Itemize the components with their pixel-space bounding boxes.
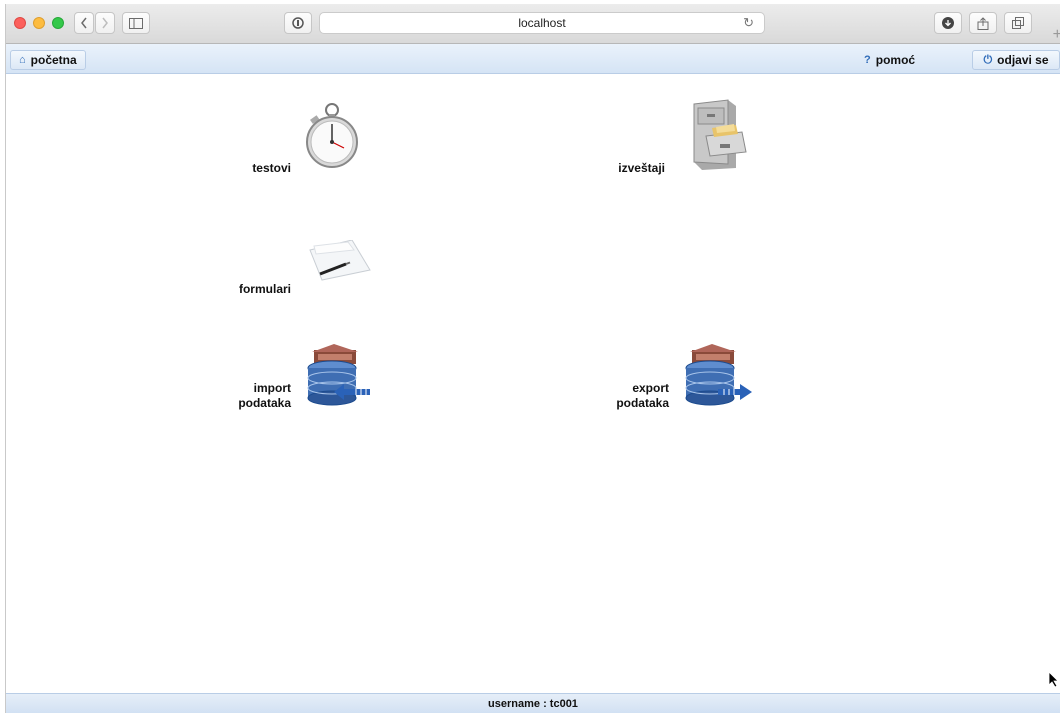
- forms-label: formulari: [238, 282, 291, 296]
- tests-label: testovi: [252, 161, 291, 175]
- help-label: pomoć: [875, 53, 916, 67]
- stopwatch-icon[interactable]: [302, 100, 362, 168]
- downloads-button[interactable]: [934, 12, 962, 34]
- power-icon: ⏻: [983, 53, 993, 66]
- share-button[interactable]: [969, 12, 997, 34]
- home-label: početna: [30, 53, 77, 67]
- home-icon: ⌂: [19, 54, 26, 66]
- help-icon: ?: [864, 54, 871, 66]
- file-cabinet-icon[interactable]: [680, 98, 752, 172]
- privacy-button[interactable]: [284, 12, 312, 34]
- privacy-icon: [292, 17, 304, 29]
- browser-toolbar: localhost ↻ +: [6, 4, 1060, 44]
- download-icon: [942, 17, 954, 29]
- chevron-left-icon: [81, 17, 87, 29]
- mouse-cursor-icon: [1049, 672, 1059, 688]
- export-label-line2: podataka: [616, 396, 669, 410]
- pen-paper-icon[interactable]: [304, 240, 374, 284]
- reports-label: izveštaji: [618, 161, 665, 175]
- address-bar[interactable]: localhost ↻: [319, 12, 765, 34]
- sidebar-toggle-button[interactable]: [122, 12, 150, 34]
- close-window-button[interactable]: [14, 17, 26, 29]
- help-button[interactable]: ? pomoć: [856, 50, 928, 70]
- forward-button[interactable]: [95, 12, 115, 34]
- username-text: username : tc001: [488, 697, 578, 710]
- menu-tile-forms[interactable]: formulari: [221, 277, 291, 297]
- database-export-icon[interactable]: [682, 344, 754, 408]
- new-tab-icon[interactable]: +: [1053, 26, 1060, 44]
- home-button[interactable]: ⌂ početna: [10, 50, 86, 70]
- minimize-window-button[interactable]: [33, 17, 45, 29]
- menu-tile-tests[interactable]: testovi: [221, 154, 291, 176]
- menu-tile-import[interactable]: import podataka: [211, 377, 291, 411]
- maximize-window-button[interactable]: [52, 17, 64, 29]
- logout-label: odjavi se: [997, 53, 1049, 67]
- reload-icon[interactable]: ↻: [743, 15, 754, 31]
- status-footer: username : tc001: [6, 693, 1060, 713]
- share-icon: [977, 16, 989, 30]
- export-label-line1: export: [632, 381, 669, 395]
- import-label-line1: import: [253, 381, 291, 395]
- browser-window: localhost ↻ + ⌂ početna ? pomoć ⏻ odjavi…: [5, 4, 1060, 713]
- url-text: localhost: [518, 16, 566, 30]
- sidebar-icon: [129, 17, 143, 29]
- app-navbar: ⌂ početna ? pomoć ⏻ odjavi se: [6, 44, 1060, 74]
- tabs-button[interactable]: [1004, 12, 1032, 34]
- menu-tile-export[interactable]: export podataka: [589, 377, 669, 411]
- menu-tile-reports[interactable]: izveštaji: [591, 154, 665, 176]
- back-button[interactable]: [74, 12, 94, 34]
- tabs-icon: [1011, 17, 1024, 29]
- import-label-line2: podataka: [238, 396, 291, 410]
- logout-button[interactable]: ⏻ odjavi se: [972, 50, 1060, 70]
- chevron-right-icon: [102, 17, 108, 29]
- database-import-icon[interactable]: [304, 344, 374, 408]
